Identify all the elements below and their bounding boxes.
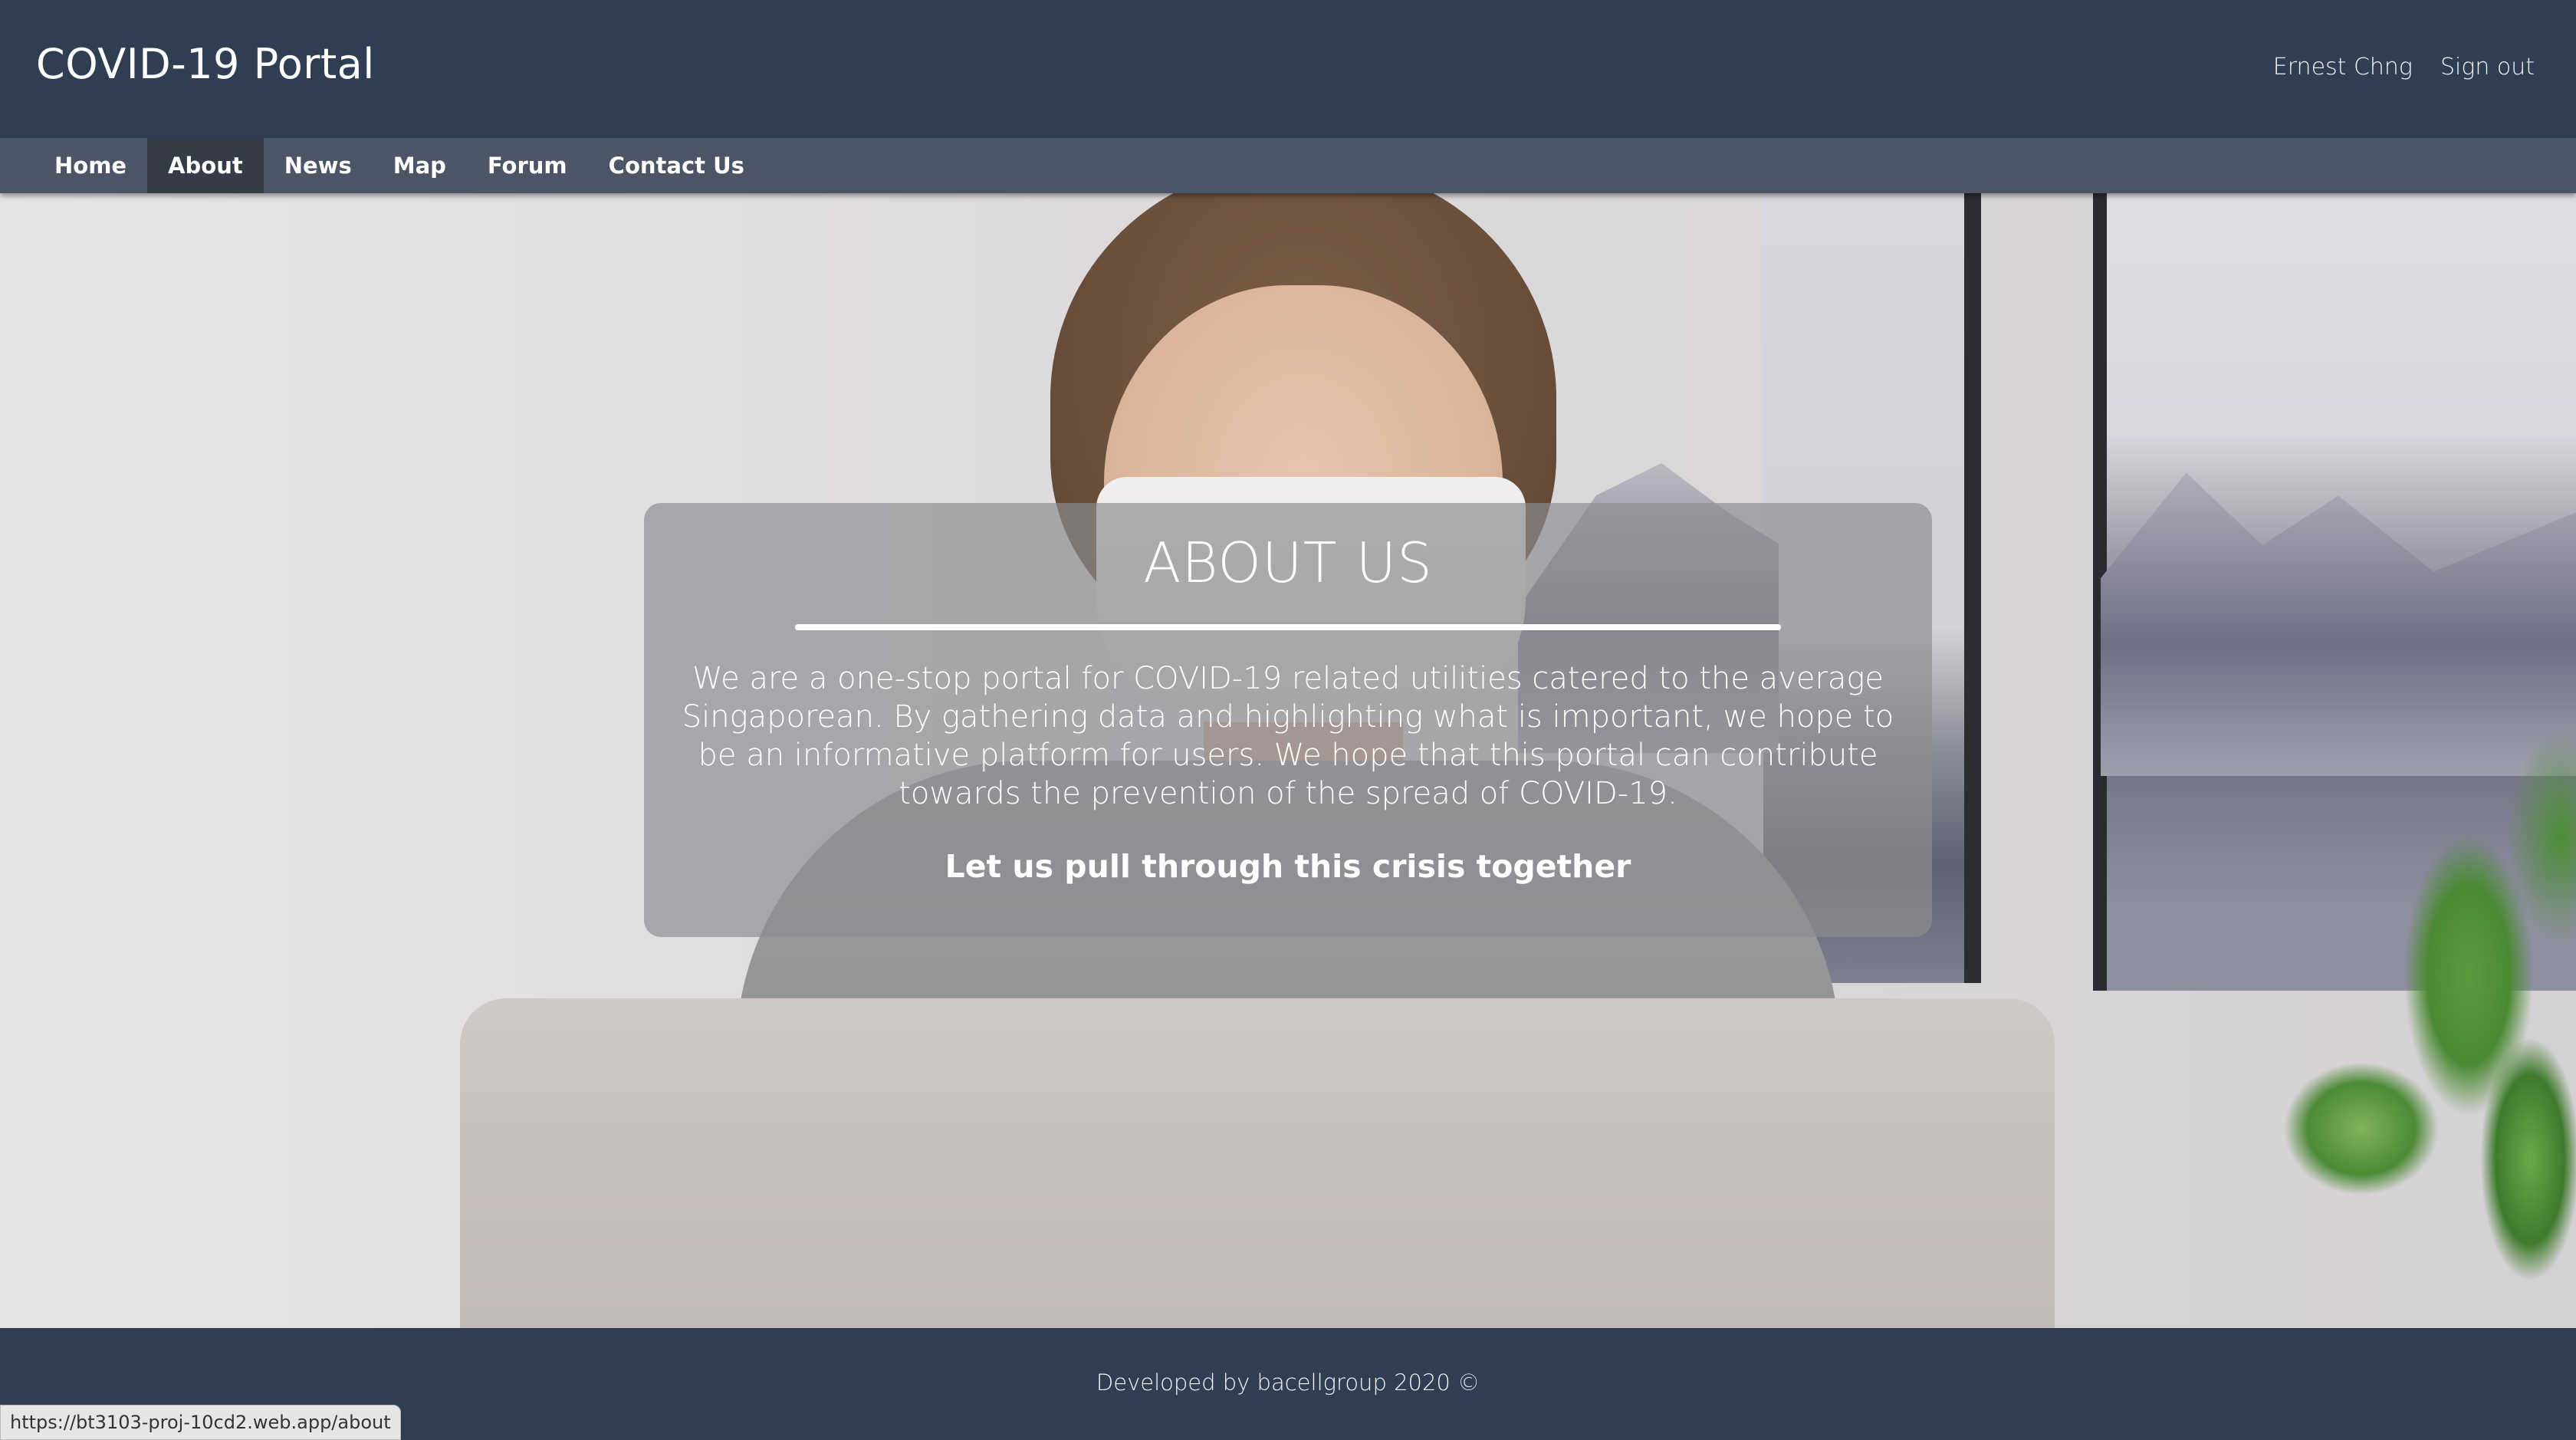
about-description: We are a one-stop portal for COVID-19 re…: [682, 661, 1894, 811]
brand-title[interactable]: COVID-19 Portal: [36, 40, 375, 88]
sign-out-link[interactable]: Sign out: [2440, 54, 2535, 81]
about-card: ABOUT US We are a one-stop portal for CO…: [644, 503, 1932, 937]
hero-background-photo: ABOUT US We are a one-stop portal for CO…: [0, 193, 2576, 1328]
user-area: Ernest Chng Sign out: [2273, 54, 2535, 81]
nav-item-contact-us[interactable]: Contact Us: [588, 138, 765, 193]
main-nav: Home About News Map Forum Contact Us: [0, 138, 2576, 193]
footer-credit: Developed by bacellgroup 2020 ©: [1096, 1369, 1480, 1396]
top-header: COVID-19 Portal Ernest Chng Sign out: [0, 0, 2576, 138]
about-tagline: Let us pull through this crisis together: [945, 848, 1631, 885]
plant-leaves: [2269, 730, 2576, 1328]
title-divider: [795, 624, 1781, 630]
footer: Developed by bacellgroup 2020 © https://…: [0, 1328, 2576, 1440]
nav-item-home[interactable]: Home: [34, 138, 147, 193]
nav-item-map[interactable]: Map: [373, 138, 467, 193]
about-title: ABOUT US: [1143, 531, 1433, 595]
user-name-link[interactable]: Ernest Chng: [2273, 54, 2413, 81]
nav-item-forum[interactable]: Forum: [467, 138, 588, 193]
nav-item-about[interactable]: About: [147, 138, 264, 193]
browser-status-url: https://bt3103-proj-10cd2.web.app/about: [0, 1405, 401, 1440]
nav-item-news[interactable]: News: [264, 138, 373, 193]
laptop: [460, 998, 2055, 1328]
